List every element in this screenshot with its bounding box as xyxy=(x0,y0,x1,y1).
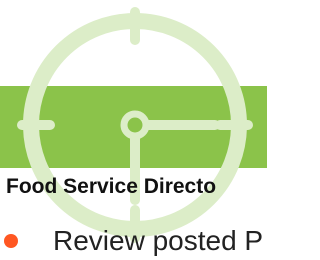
card: Food Service Directo Review posted P xyxy=(0,0,267,260)
section-title: Food Service Directo xyxy=(6,175,217,198)
list-item: Review posted P xyxy=(0,224,267,260)
list-item-text: Review posted P xyxy=(53,225,264,256)
bullet-dot-icon xyxy=(4,234,18,248)
clock-icon xyxy=(17,7,253,243)
